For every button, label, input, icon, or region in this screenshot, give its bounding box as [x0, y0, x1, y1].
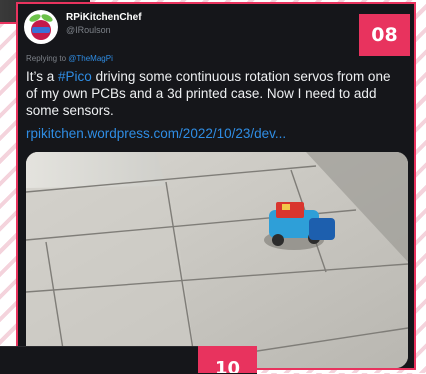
avatar[interactable] [24, 10, 58, 44]
replying-to-line: Replying to @TheMagPi [26, 54, 113, 63]
robot-floor-photo [26, 152, 408, 368]
replying-to-mention[interactable]: @TheMagPi [68, 54, 113, 63]
display-name[interactable]: RPiKitchenChef [66, 12, 142, 23]
tweet-media-photo[interactable] [26, 152, 408, 368]
tweet-text-start: It’s a [26, 69, 59, 84]
hashtag-link[interactable]: #Pico [58, 69, 92, 84]
next-entry-number-badge: 10 [198, 346, 257, 373]
entry-number-badge: 08 [359, 14, 410, 56]
tweet-text: It’s a #Pico driving some continuous rot… [26, 68, 402, 119]
raspberry-logo-icon [29, 14, 53, 40]
user-handle[interactable]: @IRoulson [66, 25, 111, 35]
replying-to-label: Replying to [26, 54, 67, 63]
tweet-url-link[interactable]: rpikitchen.wordpress.com/2022/10/23/dev.… [26, 126, 286, 141]
